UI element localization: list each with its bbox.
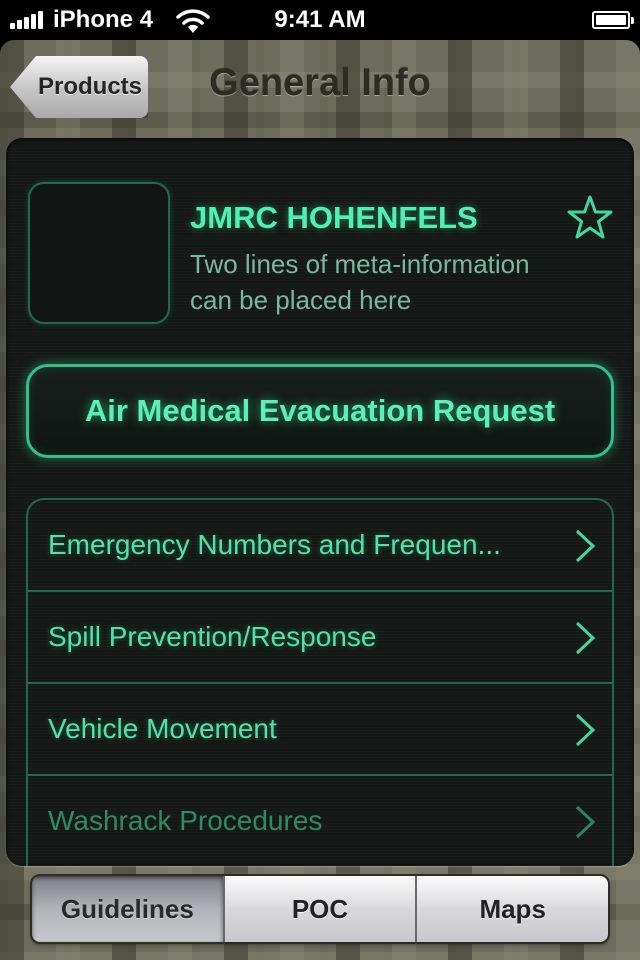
tab-poc[interactable]: POC	[222, 876, 416, 942]
chevron-right-icon	[575, 713, 596, 747]
meta-line-1: Two lines of meta-information	[190, 249, 530, 279]
list-item-spill-prevention[interactable]: Spill Prevention/Response	[28, 592, 612, 684]
guidelines-list: Emergency Numbers and Frequen... Spill P…	[26, 498, 614, 866]
page-title: General Info	[209, 62, 431, 104]
chevron-right-icon	[575, 805, 596, 839]
status-bar: iPhone 4 9:41 AM	[0, 0, 640, 40]
air-medevac-request-label: Air Medical Evacuation Request	[84, 393, 556, 428]
list-item-label: Spill Prevention/Response	[48, 621, 377, 652]
list-item-label: Vehicle Movement	[48, 713, 277, 744]
tab-guidelines[interactable]: Guidelines	[32, 876, 223, 942]
back-button-label: Products	[37, 73, 142, 100]
air-medevac-request-button[interactable]: Air Medical Evacuation Request	[26, 364, 614, 458]
list-item-vehicle-movement[interactable]: Vehicle Movement	[28, 684, 612, 776]
thumbnail-placeholder	[28, 182, 170, 324]
tab-maps[interactable]: Maps	[415, 876, 608, 942]
star-outline-icon[interactable]	[566, 194, 614, 242]
list-item-label: Washrack Procedures	[48, 805, 323, 836]
list-item-emergency-numbers[interactable]: Emergency Numbers and Frequen...	[28, 500, 612, 592]
list-item-label: Emergency Numbers and Frequen...	[48, 529, 501, 560]
chevron-right-icon	[575, 529, 596, 563]
meta-line-2: can be placed here	[190, 285, 412, 315]
status-time: 9:41 AM	[274, 6, 366, 33]
chevron-right-icon	[575, 621, 596, 655]
list-item-washrack-procedures[interactable]: Washrack Procedures	[28, 776, 612, 866]
content-panel: JMRC HOHENFELS Two lines of meta-informa…	[6, 138, 634, 866]
back-button[interactable]: Products	[10, 56, 148, 118]
battery-icon	[592, 11, 634, 29]
segmented-control: Guidelines POC Maps	[32, 876, 608, 942]
meta-information: Two lines of meta-information can be pla…	[190, 246, 580, 318]
location-title: JMRC HOHENFELS	[190, 200, 478, 235]
